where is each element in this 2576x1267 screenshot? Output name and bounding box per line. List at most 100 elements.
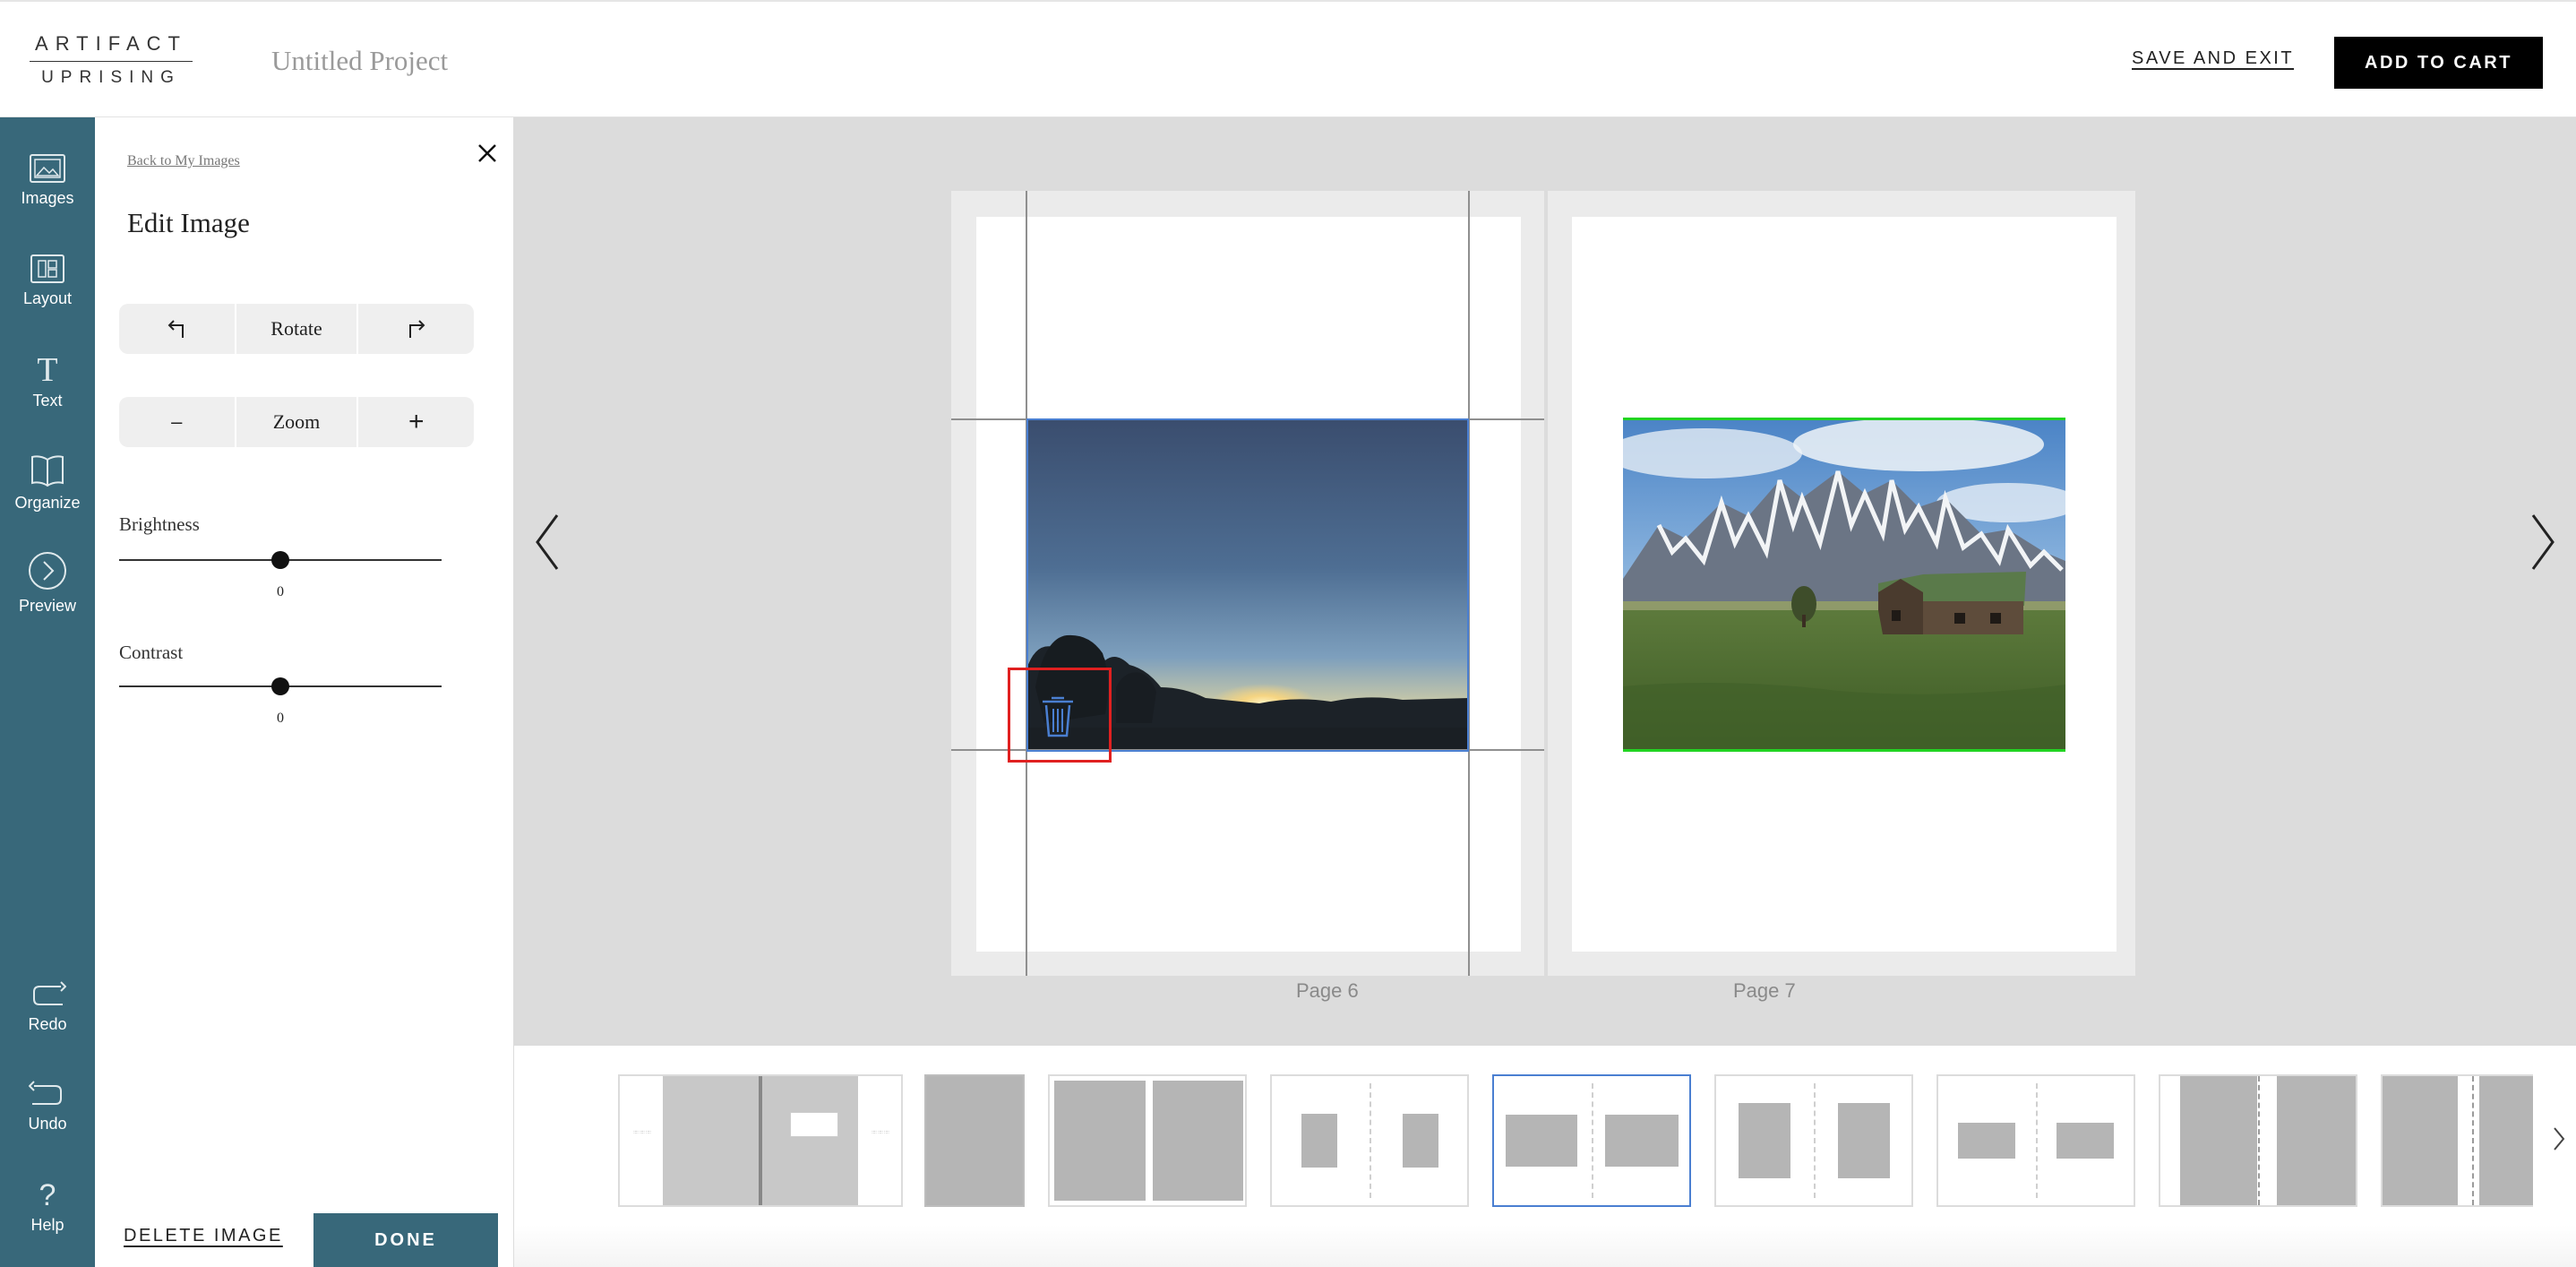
layout-block xyxy=(1506,1115,1577,1167)
layout-block xyxy=(2479,1076,2533,1205)
layout-thumb-split-panels[interactable] xyxy=(2159,1074,2357,1207)
undo-icon xyxy=(29,1081,62,1105)
book-icon xyxy=(31,455,64,487)
artifact-uprising-logo[interactable]: ARTIFACT UPRISING xyxy=(30,30,193,89)
spread-canvas: Page 6 Page 7 xyxy=(514,117,2576,1046)
sidebar-item-label: Preview xyxy=(18,597,77,615)
logo-line-2: UPRISING xyxy=(41,68,181,87)
layout-spine xyxy=(1592,1083,1593,1198)
add-to-cart-button[interactable]: ADD TO CART xyxy=(2334,37,2543,89)
layout-thumb-full-single[interactable] xyxy=(924,1074,1025,1207)
sidebar-item-preview[interactable]: Preview xyxy=(0,550,95,616)
layout-block xyxy=(2057,1123,2114,1159)
right-page-label: Page 7 xyxy=(1733,979,1796,1002)
project-title[interactable]: Untitled Project xyxy=(271,45,448,77)
layout-spine xyxy=(2036,1083,2038,1198)
sidebar-item-label: Help xyxy=(30,1216,64,1234)
layout-block xyxy=(1301,1114,1337,1168)
rotate-label: Rotate xyxy=(234,304,357,354)
zoom-control: – Zoom + xyxy=(119,397,474,447)
sidebar-item-help[interactable]: ? Help xyxy=(0,1176,95,1235)
edit-image-title: Edit Image xyxy=(127,207,250,238)
left-page-label: Page 6 xyxy=(1296,979,1359,1002)
layout-placeholder-text: :::: :::: :::: xyxy=(633,1130,651,1135)
sidebar-item-label: Layout xyxy=(22,289,73,307)
sidebar-item-label: Text xyxy=(32,392,63,409)
next-spread-arrow-icon[interactable] xyxy=(2528,512,2558,573)
sidebar-item-text[interactable]: T Text xyxy=(0,350,95,410)
contrast-label: Contrast xyxy=(119,642,184,663)
mountain-barn-photo[interactable] xyxy=(1623,418,2065,752)
layout-block xyxy=(1838,1103,1890,1178)
sidebar-item-undo[interactable]: Undo xyxy=(0,1079,95,1133)
redo-icon xyxy=(33,981,66,1005)
question-icon: ? xyxy=(39,1178,56,1211)
sidebar-item-organize[interactable]: Organize xyxy=(0,452,95,513)
done-button[interactable]: DONE xyxy=(313,1213,498,1267)
layout-thumb-two-landscape[interactable] xyxy=(1492,1074,1691,1207)
sidebar-item-layout[interactable]: Layout xyxy=(0,254,95,308)
contrast-slider-knob[interactable] xyxy=(271,677,289,695)
rotate-left-icon xyxy=(167,320,185,338)
layout-thumb-cover-text[interactable]: :::: :::: :::: :::: :::: :::: xyxy=(618,1074,903,1207)
layout-block xyxy=(2180,1076,2257,1205)
svg-text:?: ? xyxy=(39,1178,56,1211)
back-to-my-images-link[interactable]: Back to My Images xyxy=(127,153,240,169)
brightness-value: 0 xyxy=(277,584,284,599)
layout-block xyxy=(1958,1123,2015,1159)
chevron-circle-icon xyxy=(29,552,66,590)
sidebar-item-label: Undo xyxy=(28,1115,67,1133)
rotate-right-icon xyxy=(408,320,425,338)
image-bottom-edge-highlight xyxy=(1623,749,2065,752)
sidebar-item-label: Images xyxy=(21,189,74,207)
save-and-exit-link[interactable]: SAVE AND EXIT xyxy=(2132,48,2294,69)
edit-image-panel: Back to My Images Edit Image Rotate – Zo… xyxy=(95,117,514,1267)
layout-thumb-two-full-pages[interactable] xyxy=(1048,1074,1247,1207)
layout-spine xyxy=(2472,1076,2474,1205)
trash-icon xyxy=(1043,696,1073,737)
top-header: ARTIFACT UPRISING Untitled Project SAVE … xyxy=(0,0,2576,117)
rotate-left-button[interactable] xyxy=(119,304,235,354)
contrast-value: 0 xyxy=(277,711,284,726)
delete-image-target[interactable] xyxy=(1008,668,1112,763)
zoom-in-button[interactable]: + xyxy=(356,397,474,447)
image-top-edge-highlight xyxy=(1623,418,2065,420)
sidebar-item-label: Redo xyxy=(28,1015,67,1033)
tool-sidebar: Images Layout T Text Organize Preview Re… xyxy=(0,117,95,1267)
sidebar-item-images[interactable]: Images xyxy=(0,153,95,208)
image-icon xyxy=(30,154,65,183)
layout-thumb-two-small-portrait[interactable] xyxy=(1270,1074,1469,1207)
layout-block xyxy=(1605,1115,1679,1167)
layout-filmstrip: :::: :::: :::: :::: :::: :::: xyxy=(514,1046,2576,1267)
layout-block xyxy=(2383,1076,2458,1205)
layout-text-box xyxy=(790,1112,838,1137)
logo-rule xyxy=(30,61,193,62)
close-icon[interactable] xyxy=(471,137,503,169)
text-icon: T xyxy=(37,351,57,386)
layout-block xyxy=(1054,1081,1146,1201)
svg-text:T: T xyxy=(37,351,57,386)
rotate-right-button[interactable] xyxy=(356,304,474,354)
layout-spine xyxy=(2258,1076,2260,1205)
zoom-out-button[interactable]: – xyxy=(119,397,235,447)
layout-thumb-split-panels-narrow[interactable] xyxy=(2381,1074,2533,1207)
layout-block xyxy=(1403,1114,1438,1168)
sidebar-item-label: Organize xyxy=(14,494,81,512)
layout-placeholder-text: :::: :::: :::: xyxy=(872,1130,889,1135)
delete-image-link[interactable]: DELETE IMAGE xyxy=(124,1226,283,1246)
filmstrip-next-arrow-icon[interactable] xyxy=(2551,1125,2567,1153)
filmstrip-footer-fade xyxy=(514,1225,2576,1267)
layout-block xyxy=(2277,1076,2356,1205)
previous-spread-arrow-icon[interactable] xyxy=(532,512,562,573)
layout-block xyxy=(1153,1081,1243,1201)
logo-line-1: ARTIFACT xyxy=(35,32,187,55)
brightness-label: Brightness xyxy=(119,513,200,535)
layout-spine xyxy=(1370,1083,1371,1198)
zoom-label: Zoom xyxy=(234,397,357,447)
sidebar-item-redo[interactable]: Redo xyxy=(0,979,95,1034)
layout-thumb-two-portrait[interactable] xyxy=(1714,1074,1913,1207)
layout-thumb-two-small-landscape[interactable] xyxy=(1936,1074,2135,1207)
brightness-slider-knob[interactable] xyxy=(271,551,289,569)
rotate-control: Rotate xyxy=(119,304,474,354)
layout-spine xyxy=(1814,1083,1816,1198)
